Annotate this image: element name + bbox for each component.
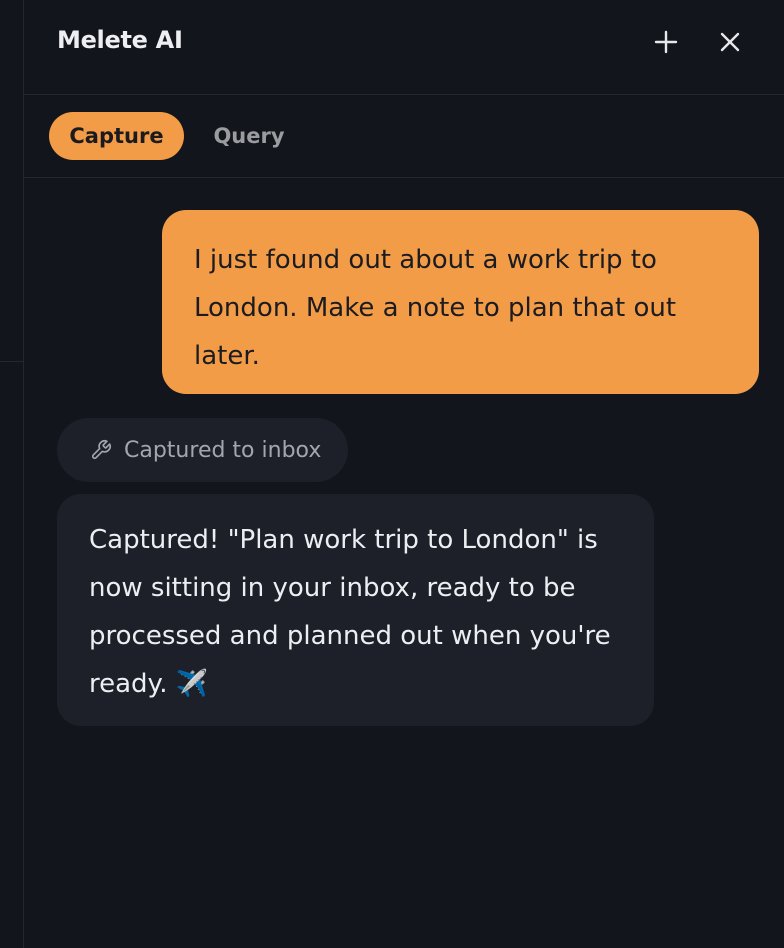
panel-header: Melete AI (24, 0, 784, 95)
tab-query[interactable]: Query (199, 112, 299, 160)
sidebar-divider (0, 361, 23, 362)
assistant-message-bubble: Captured! "Plan work trip to London" is … (57, 494, 654, 726)
user-message-bubble: I just found out about a work trip to Lo… (162, 210, 759, 394)
close-icon (720, 32, 740, 52)
tab-capture[interactable]: Capture (49, 112, 184, 160)
tool-status-pill: Captured to inbox (57, 418, 348, 482)
close-panel-button[interactable] (716, 28, 744, 56)
assistant-panel: Melete AI Capture Query I just found out… (23, 0, 784, 948)
left-sidebar-edge (0, 0, 23, 948)
plus-icon (654, 30, 678, 54)
wrench-icon (91, 440, 111, 460)
tool-status-label: Captured to inbox (124, 437, 322, 463)
new-chat-button[interactable] (652, 28, 680, 56)
panel-title: Melete AI (57, 26, 183, 54)
mode-tabs: Capture Query (24, 95, 784, 178)
